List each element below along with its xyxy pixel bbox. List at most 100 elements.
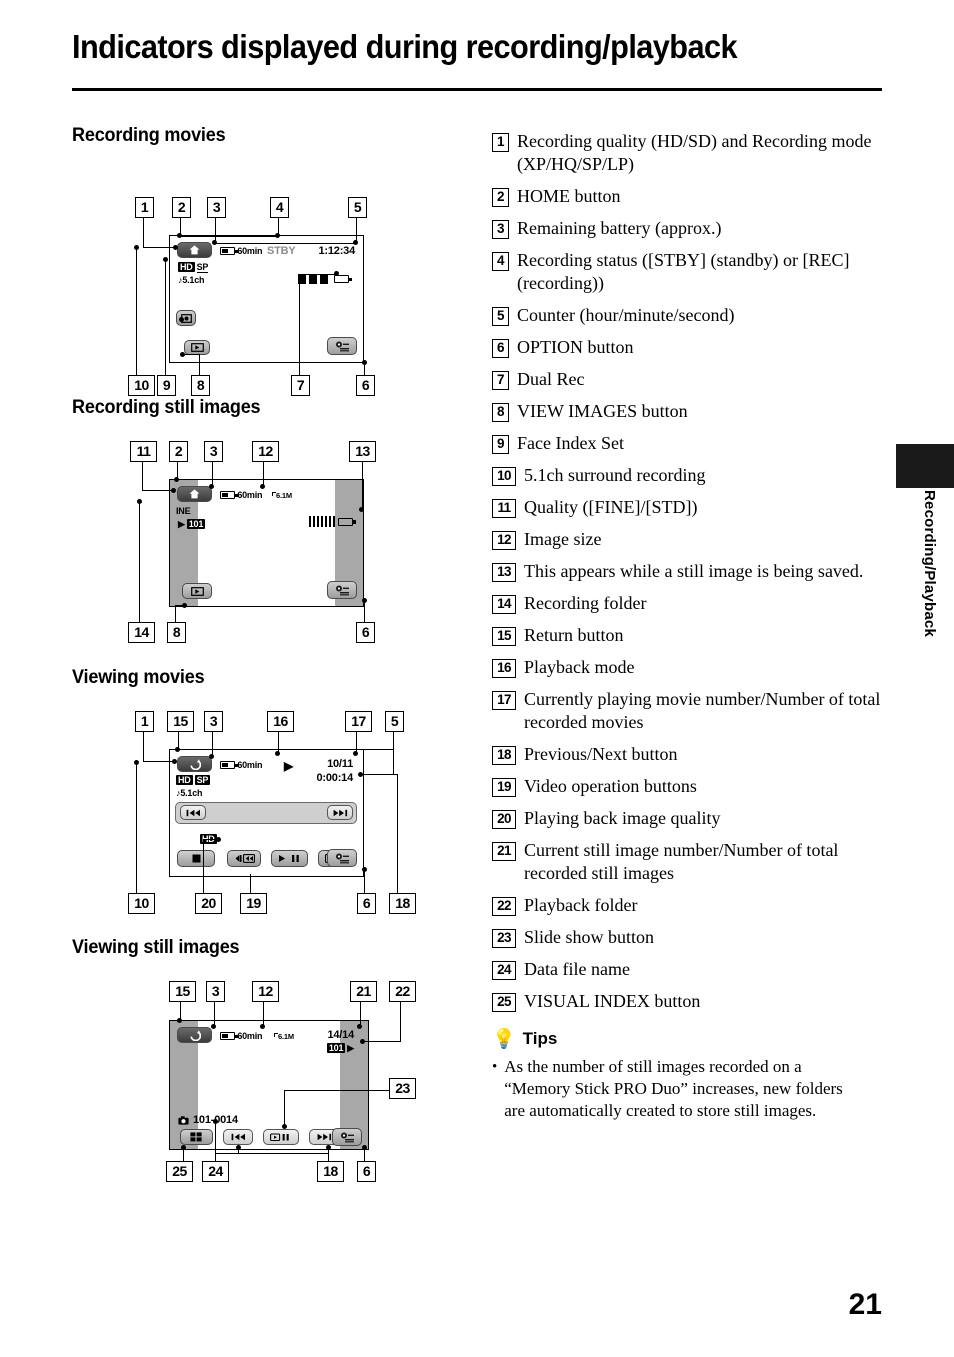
legend-item: 1 Recording quality (HD/SD) and Recordin…	[492, 130, 882, 176]
diagram-viewing-movies: 1 15 3 16 17 5 10 20 19 6 18 60min ▶ 10/…	[72, 689, 472, 937]
legend-number: 12	[492, 531, 516, 550]
next-button[interactable]	[327, 805, 353, 820]
lcd-screen-viewing-movies: 60min ▶ 10/11 0:00:14 HDSP ♪5.1ch HD	[169, 749, 364, 877]
legend-number: 22	[492, 897, 516, 916]
previous-icon	[231, 1133, 245, 1141]
rewind-button[interactable]	[227, 850, 261, 867]
callout-16: 16	[267, 711, 294, 732]
play-pause-button[interactable]	[271, 850, 308, 867]
bullet-icon: •	[492, 1059, 498, 1075]
section-heading-recording-movies: Recording movies	[72, 125, 226, 146]
callout-2: 2	[172, 197, 191, 218]
callout-3: 3	[206, 981, 225, 1002]
option-button[interactable]	[332, 1128, 362, 1146]
callout-24: 24	[202, 1161, 229, 1182]
callout-23: 23	[389, 1078, 416, 1099]
still-number: 14/14	[327, 1029, 354, 1041]
image-size-indicator: 6.1M	[274, 1031, 294, 1041]
callout-3: 3	[204, 441, 223, 462]
home-button[interactable]	[177, 486, 212, 502]
legend-label: Recording quality (HD/SD) and Recording …	[517, 131, 872, 174]
view-images-button[interactable]	[182, 583, 212, 599]
image-size-text: 6.1M	[276, 491, 292, 500]
legend-label: Remaining battery (approx.)	[517, 218, 722, 238]
recording-folder-text: 101	[186, 519, 206, 529]
previous-button[interactable]	[223, 1129, 253, 1145]
option-button[interactable]	[327, 581, 357, 599]
legend-number: 24	[492, 961, 516, 980]
legend-item: 4 Recording status ([STBY] (standby) or …	[492, 249, 882, 295]
slide-show-button[interactable]	[263, 1129, 299, 1145]
tips-header: 💡 Tips	[492, 1029, 882, 1049]
stop-button[interactable]	[177, 850, 215, 867]
visual-index-button[interactable]	[180, 1129, 213, 1145]
callout-13: 13	[349, 441, 376, 462]
callout-3: 3	[204, 711, 223, 732]
return-button[interactable]	[177, 1027, 212, 1043]
playback-mode-indicator: ▶	[284, 759, 294, 773]
legend-number: 5	[492, 307, 509, 326]
callout-12: 12	[252, 441, 279, 462]
callout-1: 1	[135, 711, 154, 732]
legend-label: Playback mode	[524, 657, 635, 677]
callout-4: 4	[270, 197, 289, 218]
surround-indicator: ♪5.1ch	[178, 275, 205, 285]
legend-label: VISUAL INDEX button	[524, 991, 701, 1011]
callout-15: 15	[169, 981, 196, 1002]
legend-label: Playback folder	[524, 895, 638, 915]
quality-mode-tag: SP	[196, 262, 209, 273]
option-button[interactable]	[327, 337, 357, 355]
quality-indicator: INE	[176, 506, 191, 516]
battery-indicator: 60min	[220, 490, 263, 500]
previous-icon	[186, 809, 200, 816]
legend-label: Quality ([FINE]/[STD])	[524, 497, 698, 517]
section-heading-viewing-movies: Viewing movies	[72, 667, 205, 688]
return-button[interactable]	[177, 756, 212, 772]
option-icon	[335, 853, 349, 863]
legend-item: 6 OPTION button	[492, 336, 882, 359]
battery-text: 60min	[237, 1031, 263, 1041]
legend-column: 1 Recording quality (HD/SD) and Recordin…	[492, 130, 882, 1122]
legend-item: 8 VIEW IMAGES button	[492, 400, 882, 423]
battery-icon	[220, 491, 238, 499]
callout-10: 10	[128, 893, 155, 914]
legend-number: 13	[492, 563, 516, 582]
legend-item: 2 HOME button	[492, 185, 882, 208]
slide-show-icon	[270, 1132, 289, 1141]
legend-number: 16	[492, 659, 516, 678]
home-button[interactable]	[177, 242, 212, 258]
legend-number: 20	[492, 810, 516, 829]
surround-indicator: ♪5.1ch	[176, 788, 203, 798]
option-button[interactable]	[327, 849, 357, 867]
left-column: Recording movies 1 2 3 4 5 10 9 8 7 6 60…	[72, 125, 472, 1209]
callout-20: 20	[195, 893, 222, 914]
callout-18: 18	[317, 1161, 344, 1182]
legend-number: 21	[492, 842, 516, 861]
battery-icon	[220, 1032, 238, 1040]
home-icon	[189, 245, 200, 255]
legend-number: 1	[492, 133, 509, 152]
data-file-name: 101-0014	[178, 1114, 238, 1126]
next-icon	[333, 809, 347, 816]
legend-label: Recording status ([STBY] (standby) or [R…	[517, 250, 850, 293]
saving-card-icon	[338, 517, 356, 526]
previous-button[interactable]	[180, 805, 206, 820]
legend-label: Image size	[524, 529, 602, 549]
legend-item: 24 Data file name	[492, 958, 882, 981]
view-images-button[interactable]	[184, 340, 210, 355]
counter: 1:12:34	[318, 245, 355, 257]
legend-number: 14	[492, 595, 516, 614]
movie-number: 10/11	[327, 758, 353, 770]
legend-label: 5.1ch surround recording	[524, 465, 706, 485]
quality-hd-tag: HD	[178, 262, 195, 272]
battery-text: 60min	[237, 246, 263, 256]
dual-rec-battery-icon	[334, 275, 352, 283]
diagram-recording-movies: 1 2 3 4 5 10 9 8 7 6 60min STBY 1:12:34 …	[72, 147, 472, 397]
legend-label: Return button	[524, 625, 624, 645]
section-heading-viewing-still: Viewing still images	[72, 937, 240, 958]
legend-label: Face Index Set	[517, 433, 624, 453]
surround-text: 5.1ch	[180, 788, 203, 798]
legend-item: 22 Playback folder	[492, 894, 882, 917]
next-icon	[317, 1133, 331, 1141]
legend-item: 21 Current still image number/Number of …	[492, 839, 882, 885]
